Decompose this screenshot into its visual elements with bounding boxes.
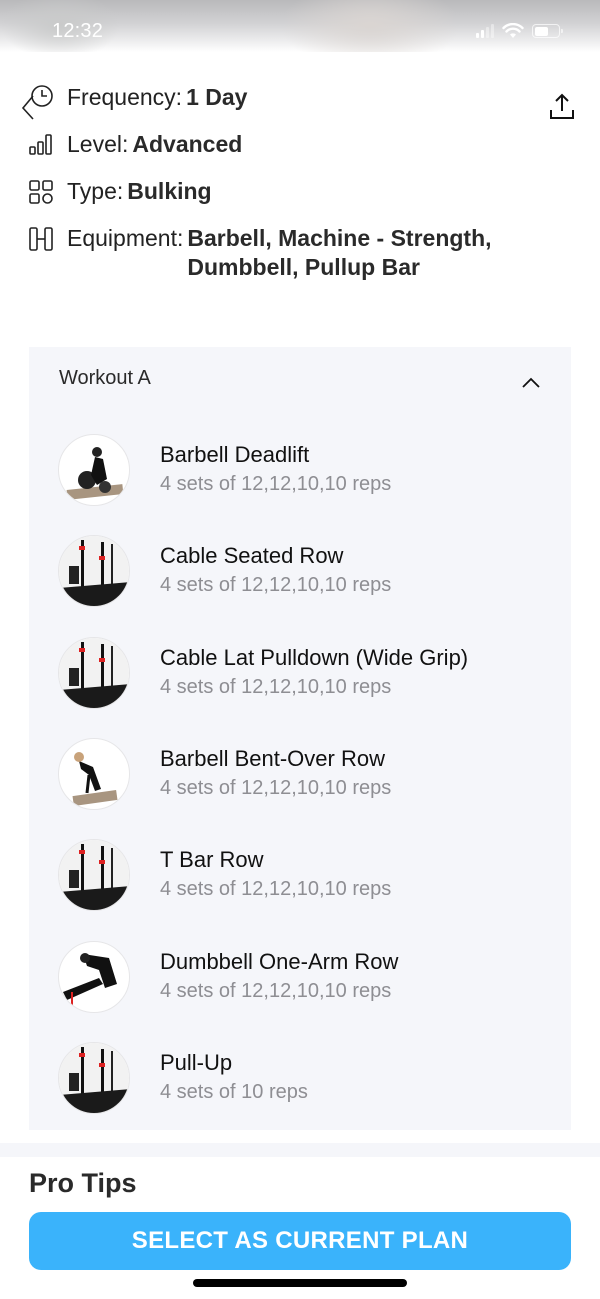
- level-value: Advanced: [132, 131, 243, 157]
- workout-card: Workout A Barbell Deadlift 4 sets of 12,1…: [29, 347, 571, 1130]
- exercise-thumbnail: [58, 940, 130, 1013]
- pro-tips-heading: Pro Tips: [29, 1168, 137, 1198]
- frequency-value: 1 Day: [186, 84, 248, 110]
- cellular-signal-icon: [476, 24, 494, 38]
- grid-type-icon: [29, 180, 53, 204]
- header-photo-fade: [280, 0, 460, 52]
- exercise-name: Barbell Deadlift: [160, 442, 310, 467]
- exercise-name: Cable Seated Row: [160, 543, 344, 569]
- exercise-row[interactable]: Cable Seated Row 4 sets of 12,12,10,10 re…: [58, 535, 538, 609]
- equipment-row: Equipment: Barbell, Machine - Strength, …: [28, 224, 527, 282]
- chevron-up-icon[interactable]: [520, 375, 542, 389]
- exercise-name: Pull-Up: [160, 1049, 233, 1075]
- status-icons: [476, 23, 563, 39]
- exercise-thumbnail: [58, 434, 130, 506]
- exercise-name: Barbell Bent-Over Row: [160, 745, 385, 771]
- level-row: Level: Advanced: [28, 130, 242, 159]
- exercise-name: T Bar Row: [160, 847, 264, 873]
- status-bar: 12:32: [0, 0, 600, 52]
- section-divider: [0, 1143, 600, 1157]
- type-value: Bulking: [127, 178, 212, 204]
- exercise-name: Cable Lat Pulldown (Wide Grip): [160, 644, 469, 670]
- exercise-row[interactable]: Cable Lat Pulldown (Wide Grip) 4 sets of …: [58, 636, 538, 711]
- dumbbell-icon: [29, 227, 53, 251]
- clock-icon: [31, 85, 53, 107]
- equipment-label: Equipment:: [67, 225, 184, 251]
- exercise-sets: 4 sets of 12,12,10,10 reps: [160, 675, 392, 698]
- exercise-thumbnail: [58, 1041, 130, 1114]
- exercise-sets: 4 sets of 12,12,10,10 reps: [160, 776, 392, 799]
- frequency-label: Frequency:: [67, 84, 183, 110]
- exercise-sets: 4 sets of 12,12,10,10 reps: [160, 473, 392, 495]
- home-indicator: [193, 1279, 407, 1287]
- exercise-row[interactable]: Barbell Deadlift 4 sets of 12,12,10,10 re…: [58, 434, 538, 508]
- exercise-thumbnail: [58, 737, 130, 810]
- battery-icon: [532, 24, 563, 38]
- frequency-row: Frequency: 1 Day: [28, 83, 247, 112]
- share-upload-icon[interactable]: [548, 92, 576, 120]
- select-current-plan-button[interactable]: SELECT AS CURRENT PLAN: [29, 1212, 571, 1270]
- exercise-sets: 4 sets of 12,12,10,10 reps: [160, 574, 392, 597]
- exercise-row[interactable]: Dumbbell One-Arm Row 4 sets of 12,12,10,1…: [58, 940, 538, 1015]
- exercise-sets: 4 sets of 12,12,10,10 reps: [160, 979, 392, 1002]
- equipment-value: Barbell, Machine - Strength, Dumbbell, P…: [187, 225, 492, 280]
- exercise-name: Dumbbell One-Arm Row: [160, 948, 399, 974]
- exercise-thumbnail: [58, 535, 130, 608]
- type-row: Type: Bulking: [28, 177, 212, 206]
- wifi-icon: [502, 23, 524, 38]
- exercise-row[interactable]: T Bar Row 4 sets of 12,12,10,10 reps: [58, 839, 538, 913]
- bar-level-icon: [29, 134, 52, 155]
- level-label: Level:: [67, 131, 129, 157]
- exercise-row[interactable]: Pull-Up 4 sets of 10 reps: [58, 1041, 538, 1116]
- type-label: Type:: [67, 178, 124, 204]
- exercise-sets: 4 sets of 10 reps: [160, 1080, 308, 1103]
- exercise-row[interactable]: Barbell Bent-Over Row 4 sets of 12,12,10,…: [58, 737, 538, 812]
- workout-title[interactable]: Workout A: [59, 367, 151, 390]
- status-time: 12:32: [52, 20, 104, 42]
- exercise-sets: 4 sets of 12,12,10,10 reps: [160, 878, 392, 901]
- exercise-thumbnail: [58, 839, 130, 912]
- exercise-thumbnail: [58, 636, 130, 709]
